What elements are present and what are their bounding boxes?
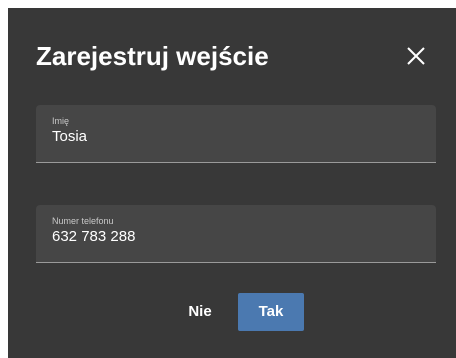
no-button[interactable]: Nie — [176, 293, 224, 331]
name-input[interactable]: Tosia — [52, 128, 422, 145]
name-field-label: Imię — [52, 116, 70, 126]
phone-field[interactable]: Numer telefonu 632 783 288 — [36, 205, 436, 263]
close-icon — [407, 47, 425, 65]
yes-button[interactable]: Tak — [238, 293, 304, 331]
phone-field-label: Numer telefonu — [52, 216, 114, 226]
register-entry-dialog: Zarejestruj wejście Imię Tosia Numer tel… — [8, 8, 456, 358]
close-button[interactable] — [400, 40, 432, 72]
phone-input[interactable]: 632 783 288 — [52, 228, 422, 245]
dialog-title: Zarejestruj wejście — [36, 41, 269, 71]
name-field[interactable]: Imię Tosia — [36, 105, 436, 163]
